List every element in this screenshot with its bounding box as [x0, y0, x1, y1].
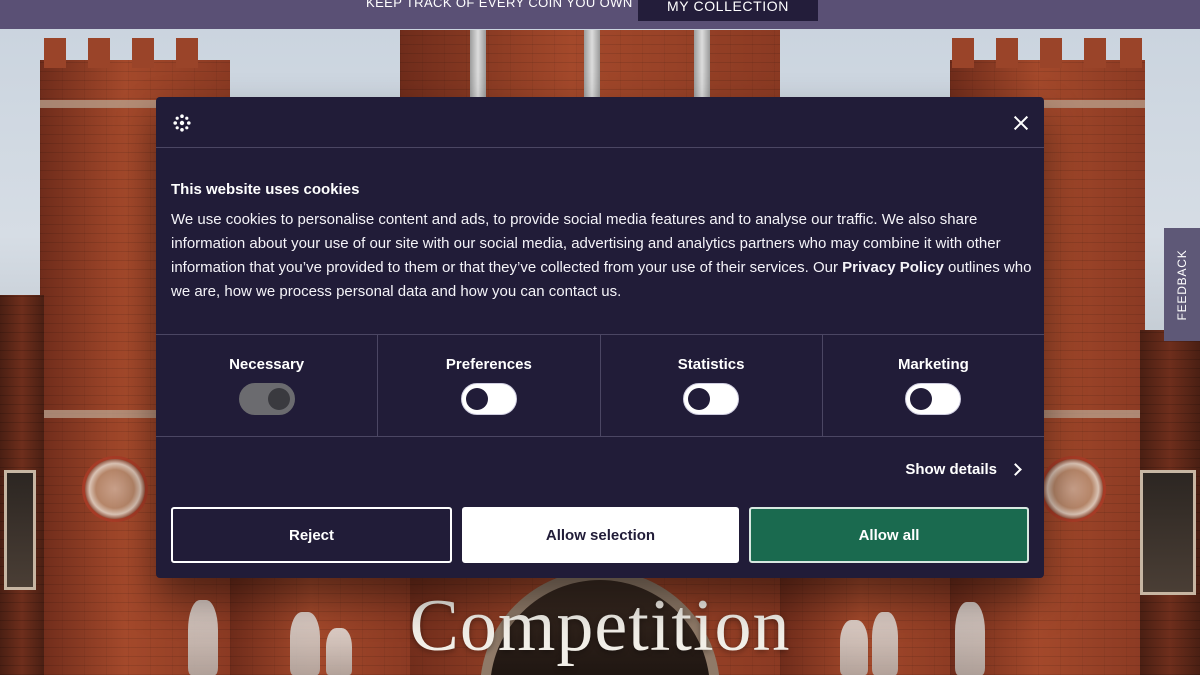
category-label: Preferences [445, 356, 532, 373]
category-label: Statistics [677, 356, 745, 373]
category-label: Necessary [229, 356, 305, 373]
category-necessary: Necessary [156, 335, 379, 436]
feedback-label: FEEDBACK [1175, 248, 1189, 321]
category-statistics: Statistics [601, 335, 823, 436]
cookie-consent-dialog: This website uses cookies We use cookies… [156, 97, 1044, 578]
show-details-label: Show details [905, 461, 997, 478]
top-banner: KEEP TRACK OF EVERY COIN YOU OWN MY COLL… [0, 0, 1200, 29]
feedback-tab[interactable]: FEEDBACK [1164, 228, 1200, 341]
privacy-policy-link[interactable]: Privacy Policy [842, 259, 944, 276]
dialog-header [156, 97, 1044, 148]
my-collection-button[interactable]: MY COLLECTION [638, 0, 818, 21]
show-details-button[interactable]: Show details [905, 461, 1022, 478]
dialog-title: This website uses cookies [171, 181, 360, 198]
marketing-toggle[interactable] [905, 383, 962, 415]
chevron-right-icon [1009, 463, 1022, 476]
cookiebot-logo-icon [173, 114, 191, 132]
category-label: Marketing [897, 356, 969, 373]
category-marketing: Marketing [823, 335, 1044, 436]
statistics-toggle[interactable] [683, 383, 740, 415]
category-preferences: Preferences [378, 335, 601, 436]
necessary-toggle [238, 383, 295, 415]
consent-categories: Necessary Preferences Statistics Marketi… [156, 334, 1044, 437]
preferences-toggle[interactable] [460, 383, 517, 415]
close-icon[interactable] [1008, 110, 1034, 136]
dialog-description: We use cookies to personalise content an… [171, 208, 1033, 304]
allow-selection-button[interactable]: Allow selection [462, 507, 739, 563]
allow-all-button[interactable]: Allow all [749, 507, 1029, 563]
banner-tagline: KEEP TRACK OF EVERY COIN YOU OWN [366, 0, 633, 10]
reject-button[interactable]: Reject [171, 507, 452, 563]
page-title: Competition [409, 585, 791, 667]
